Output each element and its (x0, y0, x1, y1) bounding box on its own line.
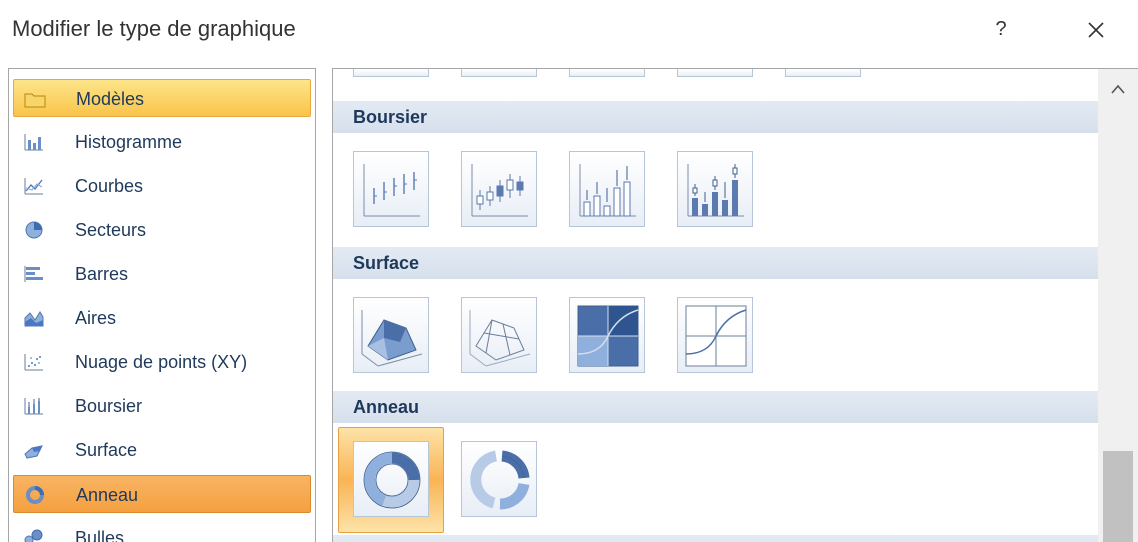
surface-contour-wireframe-icon (685, 305, 747, 367)
category-label: Surface (75, 440, 138, 460)
category-label: Nuage de points (XY) (75, 352, 248, 372)
category-item-nuage-de-points[interactable]: Nuage de points (XY) (13, 343, 311, 381)
category-label: Boursier (75, 396, 143, 416)
section-header-surface: Surface (333, 247, 1098, 279)
category-label: Aires (75, 308, 117, 328)
category-item-bulles[interactable]: Bulles (13, 519, 311, 542)
category-item-courbes[interactable]: Courbes (13, 167, 311, 205)
thumb-stock-volume-high-low-close[interactable] (569, 151, 645, 227)
chart-thumbnail-partial[interactable] (353, 69, 429, 77)
scatter-chart-icon (24, 354, 43, 371)
category-label: Histogramme (75, 132, 183, 152)
scrollbar-thumb[interactable] (1103, 451, 1133, 542)
bar-chart-icon (24, 266, 43, 282)
category-item-anneau[interactable]: Anneau (13, 475, 311, 513)
category-item-secteurs[interactable]: Secteurs (13, 211, 311, 249)
area-chart-icon (24, 311, 44, 327)
section-header-anneau: Anneau (333, 391, 1098, 423)
section-header-next (333, 535, 1098, 542)
stock-high-low-close-icon (363, 164, 420, 217)
chart-category-list: Modèles Histogramme Courbes Secteurs Bar… (8, 68, 316, 542)
category-item-boursier[interactable]: Boursier (13, 387, 311, 425)
section-header-boursier: Boursier (333, 101, 1098, 133)
exploded-doughnut-icon (470, 450, 530, 510)
doughnut-chart-icon (26, 486, 44, 504)
surface-wireframe-icon (469, 310, 531, 367)
folder-icon (24, 93, 46, 108)
surface-chart-icon (24, 445, 43, 459)
stock-open-high-low-close-icon (471, 164, 528, 217)
thumb-exploded-doughnut[interactable] (461, 441, 537, 517)
chevron-up-icon (1111, 84, 1125, 94)
chart-thumbnail-partial[interactable] (461, 69, 537, 77)
section-title: Anneau (353, 397, 420, 417)
doughnut-icon (363, 451, 421, 509)
chart-thumbnail-partial[interactable] (785, 69, 861, 77)
close-icon (1088, 22, 1104, 38)
category-item-surface[interactable]: Surface (13, 431, 311, 469)
section-title: Boursier (353, 107, 428, 127)
stock-volume-high-low-close-icon (579, 164, 636, 217)
thumb-stock-open-high-low-close[interactable] (461, 151, 537, 227)
title-bar: Modifier le type de graphique ? (0, 0, 1138, 60)
pie-chart-icon (25, 221, 43, 239)
category-label: Anneau (76, 485, 139, 505)
close-button[interactable] (1078, 12, 1114, 48)
category-item-barres[interactable]: Barres (13, 255, 311, 293)
surface-3d-icon (361, 310, 423, 367)
help-button[interactable]: ? (986, 14, 1016, 44)
category-label: Secteurs (75, 220, 147, 240)
category-label: Barres (75, 264, 129, 284)
stock-chart-icon (24, 398, 43, 415)
chart-thumbnail-partial[interactable] (677, 69, 753, 77)
category-item-aires[interactable]: Aires (13, 299, 311, 337)
thumb-surface-contour[interactable] (569, 297, 645, 373)
thumb-stock-high-low-close[interactable] (353, 151, 429, 227)
change-chart-type-dialog: Modifier le type de graphique ? Modèles (0, 0, 1138, 542)
category-label: Bulles (75, 528, 125, 542)
category-label: Modèles (76, 89, 145, 109)
thumb-doughnut[interactable] (353, 441, 429, 517)
thumb-surface-wireframe[interactable] (461, 297, 537, 373)
line-chart-icon (24, 178, 43, 195)
stock-volume-open-high-low-close-icon (687, 164, 744, 217)
bubble-chart-icon (24, 529, 43, 542)
chart-subtype-gallery: Boursier Surface Anneau (332, 68, 1138, 542)
category-label: Courbes (75, 176, 144, 196)
scroll-up-button[interactable] (1098, 69, 1138, 109)
gallery-scrollbar[interactable] (1098, 69, 1138, 542)
section-title: Surface (353, 253, 420, 273)
category-item-histogramme[interactable]: Histogramme (13, 123, 311, 161)
thumb-surface-contour-wireframe[interactable] (677, 297, 753, 373)
category-item-modeles[interactable]: Modèles (13, 79, 311, 117)
thumb-stock-volume-open-high-low-close[interactable] (677, 151, 753, 227)
surface-contour-icon (577, 305, 639, 367)
dialog-title: Modifier le type de graphique (12, 16, 296, 41)
thumb-surface-3d[interactable] (353, 297, 429, 373)
column-chart-icon (24, 134, 43, 151)
chart-thumbnail-partial[interactable] (569, 69, 645, 77)
